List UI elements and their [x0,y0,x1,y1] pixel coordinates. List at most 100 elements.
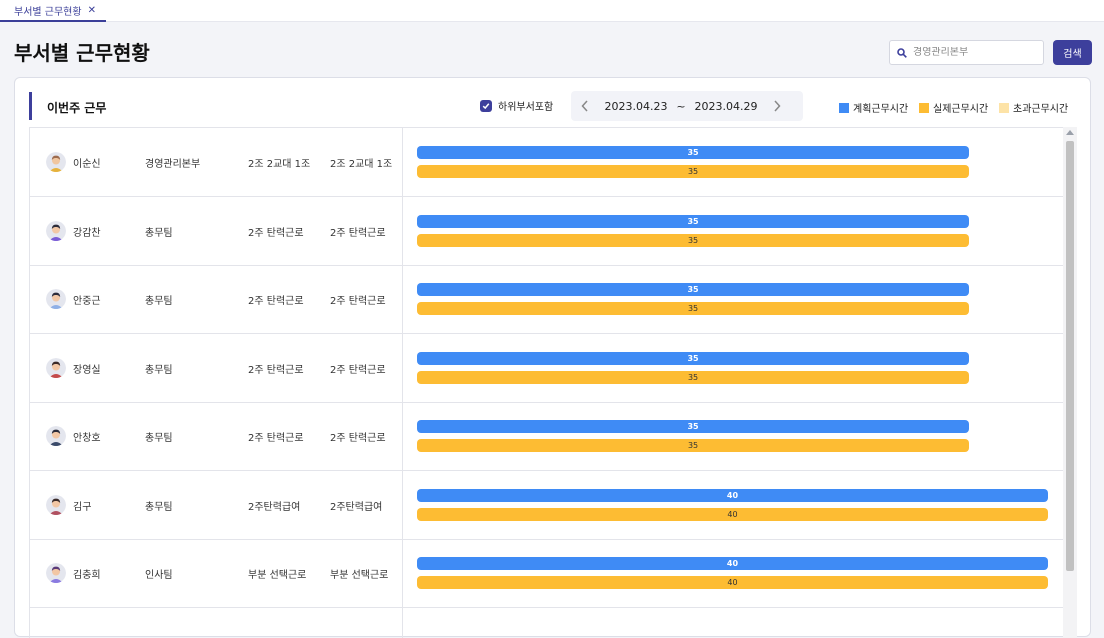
planned-hours-bar: 35 [417,351,970,365]
work-type-actual: 2주 탄력근로 [330,227,386,239]
prev-week-button[interactable] [571,100,599,112]
avatar [46,152,66,172]
actual-hours-bar: 35 [417,439,970,452]
table-row[interactable]: 강감찬 총무팀 2주 탄력근로 2주 탄력근로 35 35 [30,197,1063,266]
avatar [46,494,66,515]
legend-overtime-label: 초과근무시간 [1013,104,1069,115]
work-type-actual: 2주 탄력근로 [330,364,386,376]
chevron-right-icon [774,100,781,112]
table-row[interactable]: 안창호 총무팀 2주 탄력근로 2주 탄력근로 35 35 [30,402,1063,471]
date-to: 2023.04.29 [694,99,758,113]
actual-hours-value: 35 [687,304,699,313]
table-row[interactable]: 안중근 총무팀 2주 탄력근로 2주 탄력근로 35 35 [30,265,1063,334]
work-type-actual: 2조 2교대 1조 [330,159,393,170]
search-input[interactable] [913,47,1033,58]
actual-hours-value: 35 [687,441,699,450]
tab-bar: 부서별 근무현황 ✕ [0,0,1104,22]
actual-hours-value: 35 [687,235,699,245]
legend-actual: 실제근무시간 [919,100,988,115]
table-row[interactable]: 김구 총무팀 2주탄력급여 2주탄력급여 40 40 [30,471,1063,540]
work-type-planned: 2주 탄력근로 [248,227,304,239]
legend-actual-swatch [919,102,929,113]
planned-hours-value: 35 [687,285,699,294]
planned-hours-bar: 35 [417,214,970,228]
section-accent-bar [29,92,32,120]
search-box[interactable] [889,40,1044,65]
page-title: 부서별 근무현황 [14,41,150,65]
checkbox-checked-icon[interactable] [480,99,492,112]
employee-dept: 총무팀 [145,296,173,307]
employee-name: 장영실 [73,364,101,376]
actual-hours-bar: 40 [417,576,1048,589]
date-range-nav: 2023.04.23 ~ 2023.04.29 [571,91,803,121]
tab-label: 부서별 근무현황 [14,6,82,18]
actual-hours-bar: 35 [417,165,970,178]
table-row[interactable]: 김충희 인사팀 부분 선택근로 부분 선택근로 40 40 [30,539,1063,608]
actual-hours-bar: 35 [417,233,970,247]
weekly-work-panel: 이번주 근무 하위부서포함 2023.04.23 ~ 2023.04.29 계획… [14,77,1091,638]
planned-hours-value: 35 [687,216,699,226]
work-type-actual: 2주 탄력근로 [330,433,386,444]
avatar [46,357,66,378]
tab-department-work-status[interactable]: 부서별 근무현황 ✕ [0,0,106,22]
vertical-scrollbar[interactable] [1063,127,1077,638]
planned-hours-bar: 40 [417,557,1048,570]
search-icon [897,43,907,62]
include-sub-dept-checkbox[interactable]: 하위부서포함 [480,98,553,113]
employee-name: 안중근 [73,296,101,307]
employee-dept: 인사팀 [145,570,173,581]
actual-hours-value: 35 [687,167,699,176]
avatar [46,289,66,309]
avatar [46,220,66,241]
work-type-planned: 2조 2교대 1조 [248,159,311,170]
include-sub-dept-label: 하위부서포함 [498,102,554,113]
legend-overtime-swatch [999,102,1009,113]
scroll-thumb[interactable] [1066,141,1074,571]
work-type-planned: 2주 탄력근로 [248,364,304,376]
employee-dept: 총무팀 [145,501,173,513]
planned-hours-bar: 40 [417,488,1048,502]
planned-hours-value: 35 [687,148,699,157]
employee-dept: 경영관리본부 [145,159,201,170]
scroll-up-icon[interactable] [1066,130,1074,135]
work-type-actual: 2주 탄력근로 [330,296,386,307]
planned-hours-bar: 35 [417,283,970,296]
work-type-actual: 부분 선택근로 [330,570,389,581]
employee-dept: 총무팀 [145,364,173,376]
work-type-planned: 부분 선택근로 [248,570,307,581]
next-week-button[interactable] [763,100,791,112]
close-icon[interactable]: ✕ [88,5,96,16]
legend-planned-swatch [839,102,849,113]
employee-name: 김구 [73,501,92,513]
work-type-actual: 2주탄력급여 [330,501,383,513]
date-separator: ~ [676,99,686,113]
planned-hours-bar: 35 [417,146,970,159]
legend-planned: 계획근무시간 [839,100,908,115]
avatar [46,426,66,446]
employee-name: 안창호 [73,433,101,444]
actual-hours-value: 40 [727,578,738,587]
employee-work-grid: 이순신 경영관리본부 2조 2교대 1조 2조 2교대 1조 35 35 강감찬 총무팀 2주 … [29,127,1077,638]
actual-hours-bar: 40 [417,507,1048,521]
actual-hours-bar: 35 [417,370,970,384]
legend-planned-label: 계획근무시간 [853,104,909,115]
table-row[interactable]: 장영실 총무팀 2주 탄력근로 2주 탄력근로 35 35 [30,334,1063,403]
avatar [46,563,66,583]
planned-hours-value: 40 [726,490,739,500]
employee-name: 김충희 [73,570,101,581]
employee-dept: 총무팀 [145,433,173,444]
date-from: 2023.04.23 [604,99,668,113]
chevron-left-icon [581,100,588,112]
legend-overtime: 초과근무시간 [999,100,1068,115]
table-row[interactable]: 이순신 경영관리본부 2조 2교대 1조 2조 2교대 1조 35 35 [30,128,1063,197]
employee-dept: 총무팀 [145,227,173,239]
employee-name: 강감찬 [73,227,101,239]
work-type-planned: 2주 탄력근로 [248,296,304,307]
planned-hours-value: 40 [726,559,739,568]
actual-hours-bar: 35 [417,302,970,315]
actual-hours-value: 40 [727,509,738,519]
search-button[interactable]: 검색 [1053,40,1092,65]
legend-actual-label: 실제근무시간 [933,104,989,115]
planned-hours-value: 35 [687,353,699,363]
work-type-planned: 2주 탄력근로 [248,433,304,444]
